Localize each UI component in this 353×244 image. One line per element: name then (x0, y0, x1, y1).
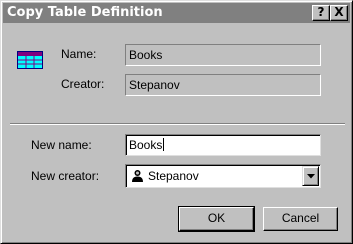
chevron-down-icon (307, 174, 315, 179)
dropdown-arrow-button[interactable] (302, 166, 319, 186)
copy-table-definition-dialog: Copy Table Definition ? X Name: Books Cr… (0, 0, 353, 244)
close-button[interactable]: X (330, 5, 348, 21)
name-label: Name: (61, 47, 97, 61)
new-name-label: New name: (31, 138, 92, 152)
name-field: Books (125, 44, 321, 66)
new-name-input[interactable]: Books (125, 134, 321, 156)
ok-button[interactable]: OK (178, 206, 255, 232)
help-button[interactable]: ? (312, 5, 330, 21)
user-icon (132, 170, 143, 182)
new-name-value: Books (129, 138, 163, 152)
new-creator-value: Stepanov (148, 169, 199, 183)
separator-highlight (10, 124, 345, 125)
cancel-button[interactable]: Cancel (263, 207, 338, 231)
new-creator-dropdown[interactable]: Stepanov (125, 164, 321, 188)
creator-label: Creator: (61, 77, 105, 91)
table-icon (17, 51, 43, 69)
text-caret (163, 138, 165, 151)
new-creator-label: New creator: (31, 169, 100, 183)
title-bar[interactable]: Copy Table Definition ? X (3, 3, 350, 23)
window-title: Copy Table Definition (7, 5, 163, 20)
creator-field: Stepanov (125, 74, 321, 96)
